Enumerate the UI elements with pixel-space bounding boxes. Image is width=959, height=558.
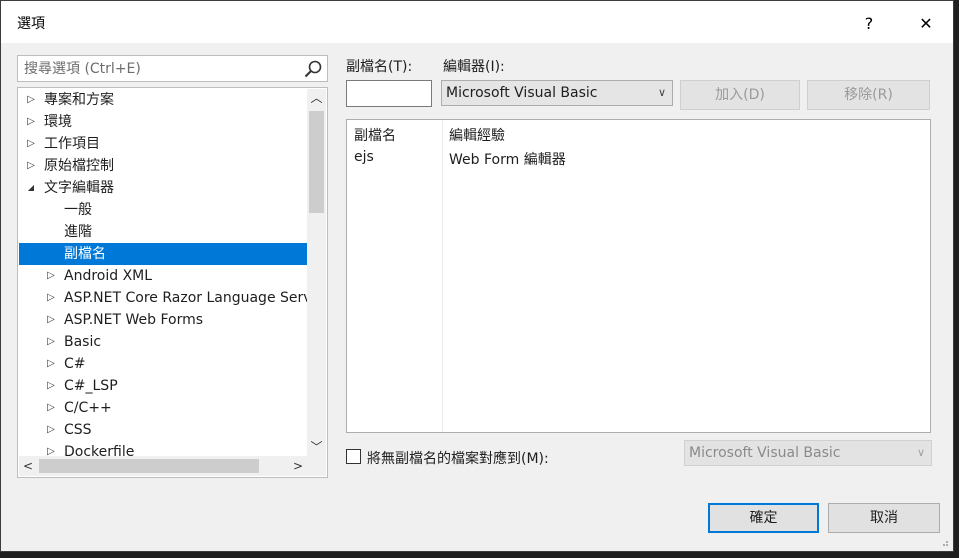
scroll-down-icon[interactable]: ﹀ [307, 438, 326, 456]
tree-item[interactable]: ▷ C# [19, 353, 307, 375]
tree-item[interactable]: 進階 [19, 221, 307, 243]
tree-item-label: 專案和方案 [44, 92, 114, 108]
expanded-arrow-icon[interactable]: ◢ [24, 177, 38, 199]
collapsed-arrow-icon[interactable]: ▷ [24, 89, 38, 111]
collapsed-arrow-icon[interactable]: ▷ [24, 155, 38, 177]
tree-item-label: ASP.NET Core Razor Language Server [64, 290, 307, 306]
tree-item-label: 原始檔控制 [44, 158, 114, 174]
search-input[interactable] [18, 56, 304, 81]
tree-vertical-scrollbar[interactable]: ︿ ﹀ [307, 89, 326, 456]
tree-item[interactable]: ▷ CSS [19, 419, 307, 441]
tree-item[interactable]: 一般 [19, 199, 307, 221]
collapsed-arrow-icon[interactable]: ▷ [44, 309, 58, 331]
remove-button[interactable]: 移除(R) [807, 80, 930, 110]
collapsed-arrow-icon[interactable]: ▷ [44, 353, 58, 375]
tree-item-label: 工作項目 [44, 136, 100, 152]
scroll-corner [307, 456, 326, 476]
collapsed-arrow-icon[interactable]: ▷ [24, 133, 38, 155]
resize-grip-icon[interactable] [939, 537, 949, 547]
tree-item[interactable]: ▷ ASP.NET Core Razor Language Server [19, 287, 307, 309]
tree-item[interactable]: ▷ ASP.NET Web Forms [19, 309, 307, 331]
tree-item-label: 環境 [44, 114, 72, 130]
options-navigation: ▷ 專案和方案 ▷ 環境 ▷ 工作項目 ▷ 原始檔控制 ◢ 文字編輯器一般進階副檔名 ▷ Androi… [17, 55, 328, 478]
map-no-extension-select[interactable]: Microsoft Visual Basic ∨ [684, 440, 932, 466]
map-no-extension-label[interactable]: 將無副檔名的檔案對應到(M): [367, 448, 549, 468]
tree-items: ▷ 專案和方案 ▷ 環境 ▷ 工作項目 ▷ 原始檔控制 ◢ 文字編輯器一般進階副檔名 ▷ Androi… [19, 89, 307, 463]
vertical-scroll-thumb[interactable] [309, 111, 324, 213]
close-icon: ✕ [919, 13, 933, 33]
add-button[interactable]: 加入(D) [680, 80, 800, 110]
tree-item-label: Basic [64, 334, 102, 350]
tree-item-label: 副檔名 [64, 246, 106, 262]
tree-item[interactable]: ▷ 原始檔控制 [19, 155, 307, 177]
tree-item[interactable]: ▷ C/C++ [19, 397, 307, 419]
collapsed-arrow-icon[interactable]: ▷ [44, 287, 58, 309]
ok-button[interactable]: 確定 [708, 503, 819, 533]
tree-item[interactable]: ▷ C#_LSP [19, 375, 307, 397]
column-header-editor[interactable]: 編輯經驗 [449, 125, 505, 145]
help-button[interactable]: ? [852, 9, 886, 37]
editor-label: 編輯器(I): [443, 59, 505, 75]
collapsed-arrow-icon[interactable]: ▷ [44, 375, 58, 397]
scroll-up-icon[interactable]: ︿ [307, 89, 326, 107]
map-no-extension-checkbox[interactable] [346, 449, 361, 464]
tree-item-label: Android XML [64, 268, 153, 284]
editor-select[interactable]: Microsoft Visual Basic ∨ [441, 80, 673, 106]
extension-mapping-list[interactable]: 副檔名 編輯經驗 ejs Web Form 編輯器 [346, 119, 931, 433]
tree-item[interactable]: ◢ 文字編輯器 [19, 177, 307, 199]
title-bar: 選項 ? ✕ [1, 1, 953, 43]
tree-item-label: 進階 [64, 224, 92, 240]
tree-item-label: C# [64, 356, 86, 372]
chevron-down-icon: ∨ [657, 86, 666, 99]
collapsed-arrow-icon[interactable]: ▷ [44, 397, 58, 419]
tree-item[interactable]: ▷ 工作項目 [19, 133, 307, 155]
extension-input[interactable] [346, 80, 432, 107]
close-button[interactable]: ✕ [909, 9, 943, 37]
horizontal-scroll-thumb[interactable] [39, 459, 259, 473]
row-extension-cell[interactable]: ejs [354, 149, 374, 165]
search-box [17, 55, 328, 82]
tree-item[interactable]: ▷ Android XML [19, 265, 307, 287]
collapsed-arrow-icon[interactable]: ▷ [44, 331, 58, 353]
scroll-left-icon[interactable]: < [19, 456, 37, 476]
dialog-title: 選項 [17, 16, 45, 32]
tree-item-label: 文字編輯器 [44, 180, 114, 196]
cancel-button[interactable]: 取消 [828, 503, 940, 533]
scroll-right-icon[interactable]: > [289, 456, 307, 476]
tree-item-label: C#_LSP [64, 378, 118, 394]
options-dialog: 選項 ? ✕ ▷專案和方案▷環境▷工作項目▷原始檔控制◢文字編輯器一般進階副檔名… [0, 0, 954, 552]
collapsed-arrow-icon[interactable]: ▷ [24, 111, 38, 133]
tree-item[interactable]: ▷ 環境 [19, 111, 307, 133]
extension-label: 副檔名(T): [346, 59, 413, 75]
tree-horizontal-scrollbar[interactable]: < > [19, 456, 307, 476]
options-tree: ▷ 專案和方案 ▷ 環境 ▷ 工作項目 ▷ 原始檔控制 ◢ 文字編輯器一般進階副檔名 ▷ Androi… [17, 87, 328, 478]
collapsed-arrow-icon[interactable]: ▷ [44, 419, 58, 441]
tree-item[interactable]: ▷ Basic [19, 331, 307, 353]
tree-item-label: CSS [64, 422, 92, 438]
tree-item[interactable]: 副檔名 [19, 243, 307, 265]
tree-item-label: C/C++ [64, 400, 112, 416]
map-no-extension-value: Microsoft Visual Basic [689, 445, 841, 461]
chevron-down-icon: ∨ [916, 446, 925, 459]
collapsed-arrow-icon[interactable]: ▷ [44, 265, 58, 287]
search-icon[interactable] [303, 59, 323, 79]
row-editor-cell[interactable]: Web Form 編輯器 [449, 149, 566, 169]
tree-item-label: 一般 [64, 202, 92, 218]
column-separator [442, 120, 443, 432]
column-header-extension[interactable]: 副檔名 [354, 125, 396, 145]
editor-select-value: Microsoft Visual Basic [446, 85, 598, 101]
tree-item[interactable]: ▷ 專案和方案 [19, 89, 307, 111]
tree-item-label: ASP.NET Web Forms [64, 312, 204, 328]
help-icon: ? [864, 13, 874, 33]
